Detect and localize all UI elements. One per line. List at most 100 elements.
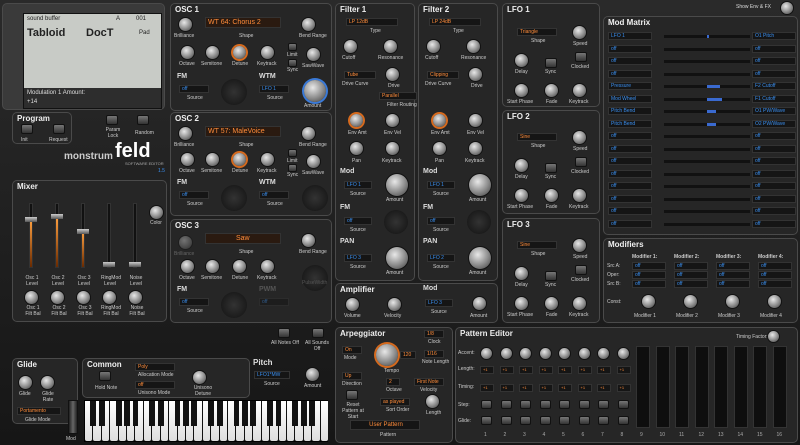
modmatrix-amount-slider[interactable] bbox=[664, 122, 750, 126]
osc3-pwm-source[interactable]: off bbox=[259, 298, 289, 306]
lfo2-keytrack-knob[interactable] bbox=[573, 189, 586, 202]
modmatrix-amount-slider[interactable] bbox=[664, 35, 750, 38]
lfo1-shape-select[interactable]: Triangle bbox=[517, 28, 557, 36]
mixer-color-knob[interactable] bbox=[150, 206, 163, 219]
osc3-fm-source[interactable]: off bbox=[179, 298, 209, 306]
modmatrix-destination[interactable]: off bbox=[752, 219, 796, 228]
glide-mode-select[interactable]: Portamento bbox=[17, 407, 61, 415]
unisono-detune-knob[interactable] bbox=[193, 371, 206, 384]
step-on-button[interactable] bbox=[500, 400, 512, 409]
modmatrix-destination[interactable]: off bbox=[752, 44, 796, 53]
step-length-select[interactable]: +1 bbox=[499, 366, 514, 374]
step-timing-select[interactable]: +1 bbox=[597, 384, 611, 392]
step-timing-select[interactable]: +1 bbox=[577, 384, 592, 392]
step-glide-button[interactable] bbox=[520, 416, 531, 425]
mixer-level-fader[interactable] bbox=[129, 203, 141, 268]
step-accent-knob[interactable] bbox=[578, 348, 590, 359]
modmatrix-source[interactable]: off bbox=[608, 69, 652, 78]
modifier-select[interactable]: off bbox=[674, 271, 708, 279]
modmatrix-amount-slider[interactable] bbox=[664, 47, 750, 51]
step-accent-knob[interactable] bbox=[559, 348, 570, 359]
modmatrix-destination[interactable]: off bbox=[752, 207, 796, 215]
black-key[interactable] bbox=[183, 401, 189, 426]
filter1-fm-amount-knob[interactable] bbox=[384, 210, 408, 234]
modmatrix-destination[interactable]: off bbox=[752, 194, 796, 203]
lfo1-keytrack-knob[interactable] bbox=[573, 84, 586, 97]
mixer-filtbal-knob[interactable] bbox=[129, 291, 142, 304]
modmatrix-destination[interactable]: off bbox=[752, 132, 796, 140]
black-key[interactable] bbox=[233, 401, 240, 426]
mixer-filtbal-knob[interactable] bbox=[51, 291, 64, 304]
all-notes-off-button[interactable] bbox=[278, 328, 290, 338]
osc1-brilliance-knob[interactable] bbox=[179, 18, 192, 31]
modmatrix-source[interactable]: off bbox=[608, 157, 652, 165]
timing-factor-knob[interactable] bbox=[768, 331, 779, 342]
step-accent-knob[interactable] bbox=[539, 348, 551, 359]
keyboard[interactable] bbox=[84, 400, 328, 442]
lfo2-startphase-knob[interactable] bbox=[515, 189, 528, 202]
modmatrix-source[interactable]: Pressure bbox=[608, 82, 652, 90]
step-glide-button[interactable] bbox=[578, 416, 590, 425]
modifier-select[interactable]: off bbox=[716, 262, 750, 270]
osc1-sawwave-knob[interactable] bbox=[307, 48, 320, 61]
lfo2-sync-button[interactable] bbox=[545, 163, 557, 173]
modmatrix-destination[interactable]: F2 Cutoff bbox=[752, 82, 796, 90]
init-button[interactable] bbox=[21, 124, 33, 134]
pitch-amount-knob[interactable] bbox=[306, 368, 319, 381]
lfo3-clocked-button[interactable] bbox=[575, 265, 587, 275]
modmatrix-destination[interactable]: off bbox=[752, 57, 796, 65]
osc3-brilliance-knob[interactable] bbox=[179, 236, 192, 249]
modmatrix-destination[interactable]: F1 Cutoff bbox=[752, 94, 796, 103]
modmatrix-destination[interactable]: O2 PW/Wave bbox=[752, 119, 796, 128]
osc2-semitone-knob[interactable] bbox=[206, 153, 219, 166]
modmatrix-amount-slider[interactable] bbox=[664, 97, 750, 101]
step-length-select[interactable]: +1 bbox=[519, 366, 533, 374]
arp-reset-button[interactable] bbox=[346, 390, 358, 400]
osc3-shape-select[interactable]: Saw bbox=[205, 233, 281, 244]
modmatrix-destination[interactable]: off bbox=[752, 144, 796, 153]
arp-notelength-select[interactable]: 1/16 bbox=[424, 350, 444, 358]
modifier-select[interactable]: off bbox=[758, 262, 792, 270]
osc1-wtm-amount-knob[interactable] bbox=[304, 80, 326, 102]
lfo2-clocked-button[interactable] bbox=[575, 157, 587, 167]
patch-number[interactable]: 001 bbox=[136, 16, 146, 22]
step-glide-button[interactable] bbox=[559, 416, 570, 425]
mixer-fader-cap[interactable] bbox=[103, 262, 115, 267]
step-glide-button[interactable] bbox=[500, 416, 512, 425]
arp-clock-select[interactable]: 1/8 bbox=[424, 330, 444, 338]
lfo2-fade-knob[interactable] bbox=[545, 189, 558, 202]
step-on-button[interactable] bbox=[559, 400, 570, 409]
step-on-button[interactable] bbox=[578, 400, 590, 409]
filter1-envvel-knob[interactable] bbox=[386, 114, 399, 127]
glide-rate-knob[interactable] bbox=[41, 376, 54, 389]
black-key[interactable] bbox=[275, 401, 282, 426]
modifier-const-knob[interactable] bbox=[726, 295, 739, 308]
hold-note-button[interactable] bbox=[99, 371, 111, 381]
arp-velocity-select[interactable]: First Note bbox=[414, 378, 444, 386]
modmatrix-source[interactable]: off bbox=[608, 44, 652, 53]
osc2-sawwave-knob[interactable] bbox=[307, 155, 320, 168]
modmatrix-source[interactable]: off bbox=[608, 182, 652, 190]
modmatrix-amount-slider[interactable] bbox=[664, 85, 750, 88]
black-key[interactable] bbox=[124, 401, 130, 426]
step-glide-button[interactable] bbox=[481, 416, 492, 425]
modifier-select[interactable]: off bbox=[632, 280, 666, 288]
modmatrix-amount-slider[interactable] bbox=[664, 110, 750, 113]
lfo1-startphase-knob[interactable] bbox=[515, 84, 528, 97]
modmatrix-source[interactable]: LFO 1 bbox=[608, 32, 652, 40]
filter2-mod-source[interactable]: LFO 1 bbox=[427, 181, 455, 189]
lfo3-delay-knob[interactable] bbox=[515, 267, 528, 280]
osc2-wtm-amount-knob[interactable] bbox=[302, 185, 328, 211]
modmatrix-source[interactable]: Pitch Bend bbox=[608, 119, 652, 128]
step-length-select[interactable]: +1 bbox=[597, 366, 611, 374]
step-timing-select[interactable]: +1 bbox=[616, 384, 631, 392]
modmatrix-destination[interactable]: off bbox=[752, 169, 796, 178]
osc2-keytrack-knob[interactable] bbox=[261, 153, 274, 166]
modmatrix-source[interactable]: off bbox=[608, 169, 652, 178]
osc3-fm-amount-knob[interactable] bbox=[221, 292, 247, 318]
step-accent-knob[interactable] bbox=[481, 348, 492, 359]
step-glide-button[interactable] bbox=[617, 416, 629, 425]
filter1-resonance-knob[interactable] bbox=[384, 40, 397, 53]
filter2-mod-amount-knob[interactable] bbox=[469, 174, 491, 196]
arp-direction-select[interactable]: Up bbox=[342, 372, 362, 380]
